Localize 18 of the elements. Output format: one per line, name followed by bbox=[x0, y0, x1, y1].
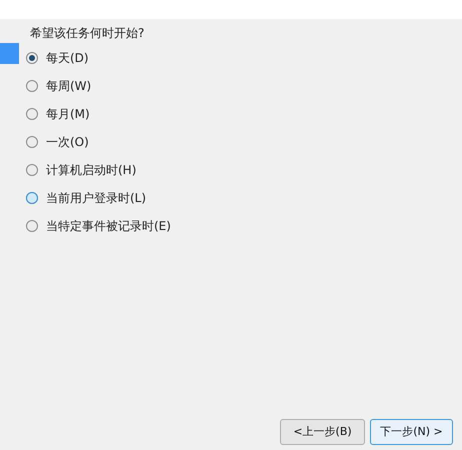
question-label: 希望该任务何时开始? bbox=[30, 25, 146, 42]
radio-button[interactable] bbox=[26, 220, 38, 232]
radio-button[interactable] bbox=[26, 80, 38, 92]
radio-button[interactable] bbox=[26, 108, 38, 120]
back-button[interactable]: <上一步(B) bbox=[280, 419, 365, 445]
option-label[interactable]: 计算机启动时(H) bbox=[46, 161, 136, 179]
radio-button[interactable] bbox=[26, 52, 38, 64]
option-label[interactable]: 每天(D) bbox=[46, 49, 89, 67]
step-indicator bbox=[0, 43, 19, 64]
next-button[interactable]: 下一步(N) > bbox=[370, 419, 453, 445]
option-label[interactable]: 当特定事件被记录时(E) bbox=[46, 217, 171, 235]
option-label[interactable]: 当前用户登录时(L) bbox=[46, 189, 146, 207]
option-label[interactable]: 一次(O) bbox=[46, 133, 89, 151]
radio-button[interactable] bbox=[26, 136, 38, 148]
option-label[interactable]: 每周(W) bbox=[46, 77, 92, 95]
radio-button[interactable] bbox=[26, 192, 38, 204]
option-label[interactable]: 每月(M) bbox=[46, 105, 90, 123]
radio-button[interactable] bbox=[26, 164, 38, 176]
